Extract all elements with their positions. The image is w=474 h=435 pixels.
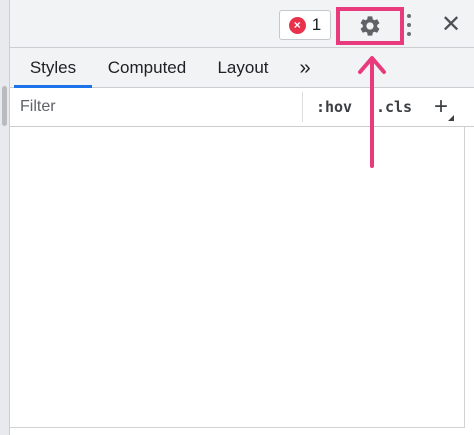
styles-filter-bar: :hov .cls + <box>10 88 474 127</box>
dropdown-corner-icon[interactable] <box>448 115 454 121</box>
left-panel-edge <box>0 48 10 435</box>
hov-button[interactable]: :hov <box>308 88 360 127</box>
error-count-badge[interactable]: × 1 <box>279 10 331 40</box>
error-x-icon: × <box>288 16 306 34</box>
kebab-dot <box>407 14 411 18</box>
gear-icon <box>360 16 380 36</box>
cls-button[interactable]: .cls <box>370 88 418 127</box>
error-count: 1 <box>311 15 322 34</box>
tab-styles[interactable]: Styles <box>14 48 92 88</box>
scrollbar-thumb[interactable] <box>2 86 7 126</box>
filter-divider <box>302 92 303 122</box>
kebab-dot <box>407 23 411 27</box>
styles-pane-content <box>10 127 465 435</box>
more-options-button[interactable] <box>401 12 417 38</box>
kebab-dot <box>407 32 411 36</box>
more-tabs-chevron-icon[interactable]: » <box>290 48 320 88</box>
close-icon[interactable]: ✕ <box>436 10 466 40</box>
filter-input[interactable] <box>14 92 300 122</box>
settings-button[interactable] <box>336 7 404 45</box>
tab-computed[interactable]: Computed <box>98 48 196 88</box>
pane-border <box>10 427 464 428</box>
tab-layout[interactable]: Layout <box>206 48 280 88</box>
styles-tab-bar: Styles Computed Layout » <box>10 48 474 88</box>
new-style-rule-button[interactable]: + <box>424 88 458 127</box>
pane-border <box>464 127 465 428</box>
left-panel-edge <box>0 0 10 48</box>
